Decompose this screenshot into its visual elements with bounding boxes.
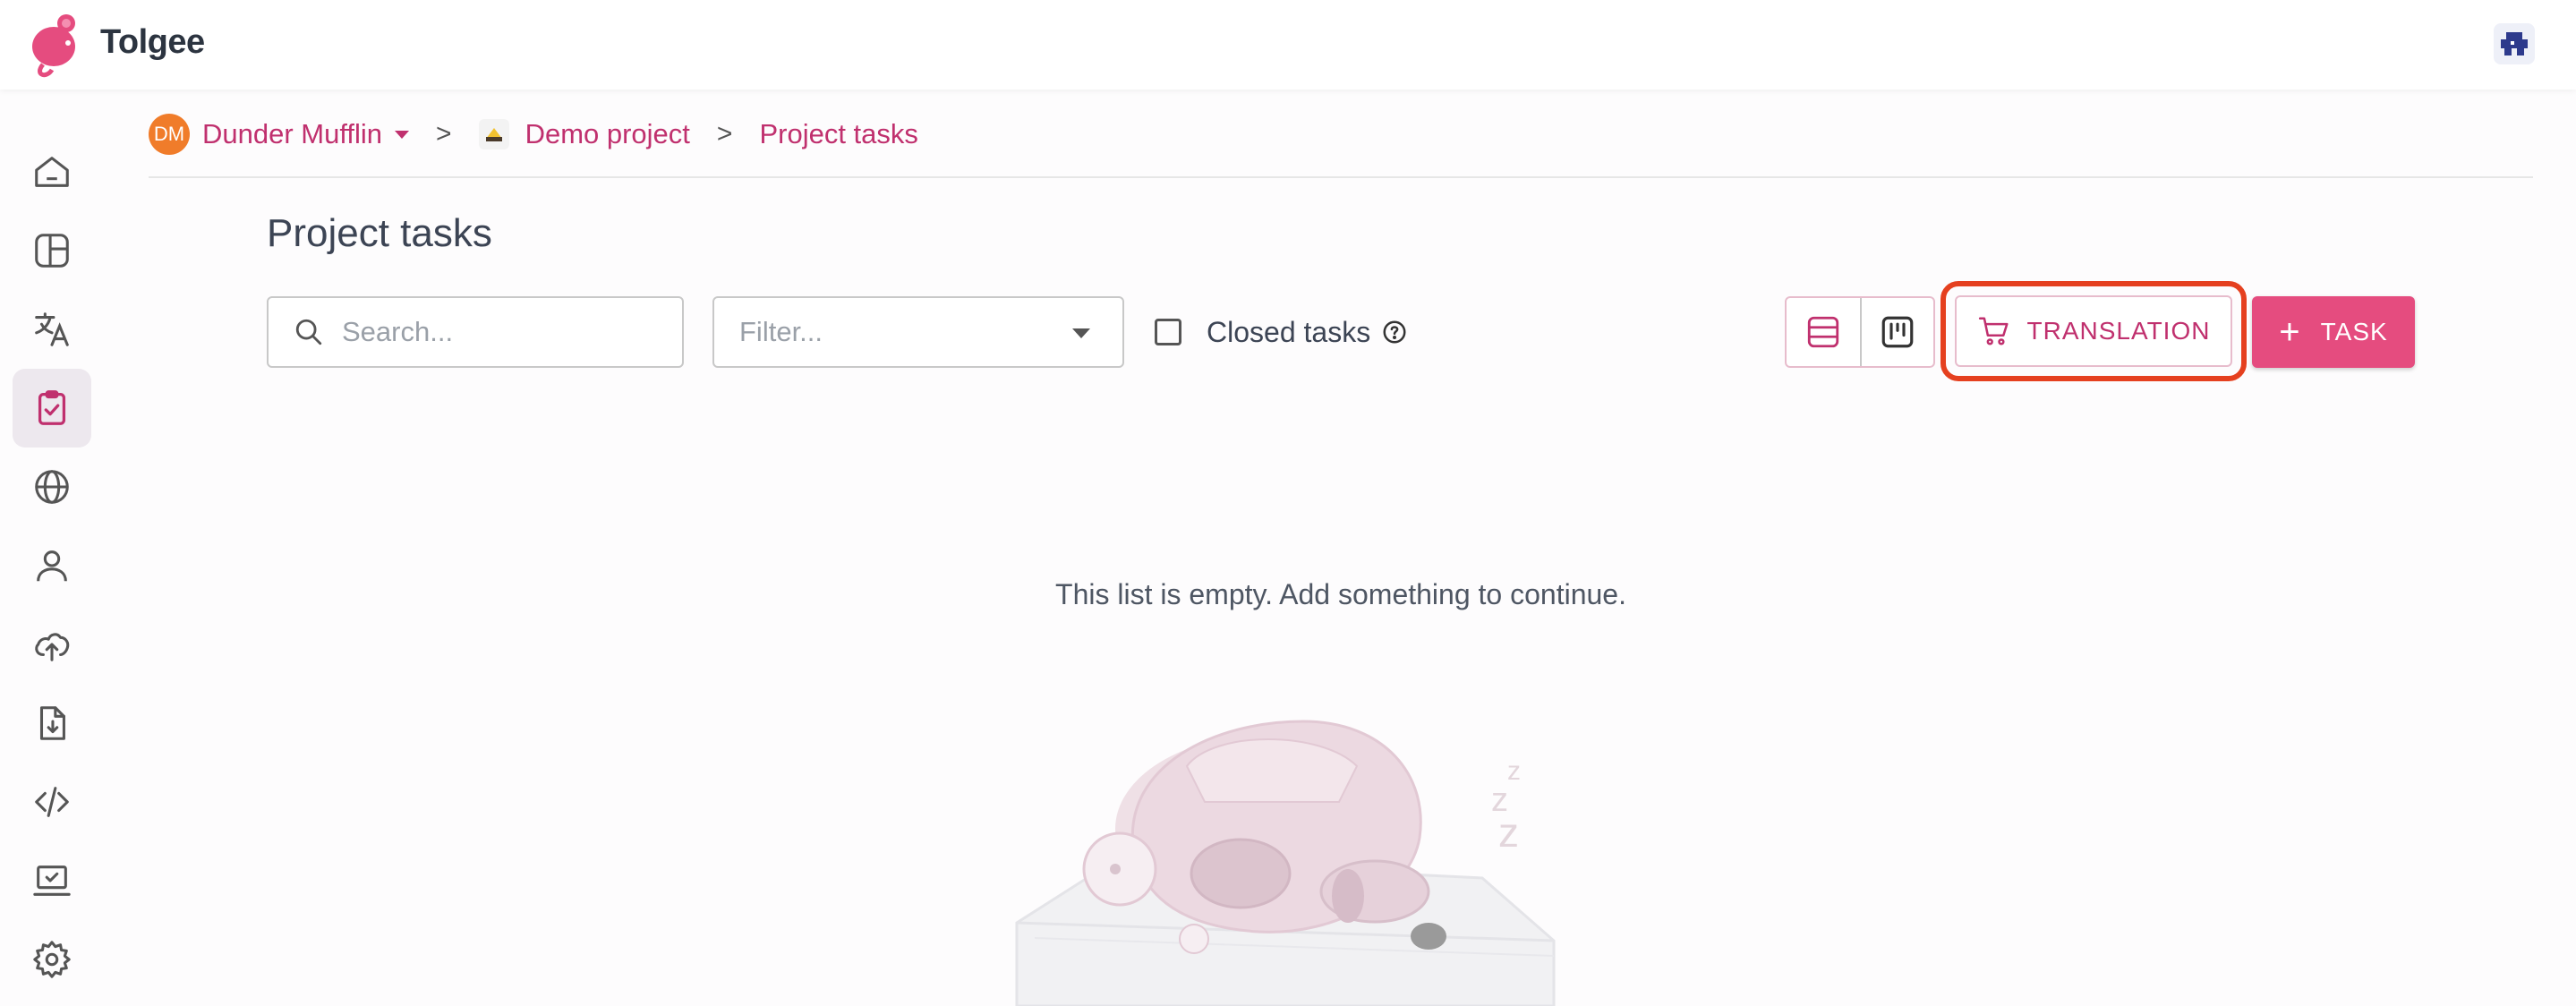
chevron-down-icon (1072, 328, 1090, 338)
breadcrumb: DM Dunder Mufflin > Demo project > Proje… (149, 113, 918, 156)
top-bar: Tolgee (0, 0, 2576, 90)
globe-icon[interactable] (13, 448, 91, 526)
list-view-icon (1807, 316, 1839, 348)
svg-text:z: z (1507, 756, 1521, 786)
closed-tasks-label: Closed tasks (1207, 315, 1371, 348)
closed-tasks-toggle[interactable]: Closed tasks (1155, 311, 1408, 353)
export-file-icon[interactable] (13, 684, 91, 763)
code-icon[interactable] (13, 763, 91, 841)
tolgee-logo[interactable] (25, 11, 82, 79)
search-input[interactable] (342, 316, 664, 348)
view-toggle (1785, 296, 1935, 368)
add-task-button[interactable]: + TASK (2252, 296, 2415, 368)
search-field[interactable] (267, 296, 684, 368)
breadcrumb-project[interactable]: Demo project (525, 118, 690, 150)
list-view-button[interactable] (1787, 298, 1860, 366)
org-dropdown-caret-icon[interactable] (395, 130, 410, 139)
header-divider (149, 176, 2533, 178)
laptop-check-icon[interactable] (13, 841, 91, 920)
breadcrumb-current[interactable]: Project tasks (759, 118, 917, 150)
board-view-button[interactable] (1859, 298, 1933, 366)
filter-placeholder: Filter... (739, 316, 823, 347)
task-button-label: TASK (2320, 318, 2388, 345)
home-icon[interactable] (13, 132, 91, 211)
user-avatar[interactable] (2494, 23, 2535, 64)
breadcrumb-org[interactable]: Dunder Mufflin (202, 118, 382, 150)
filter-select[interactable]: Filter... (712, 296, 1124, 368)
translate-icon[interactable] (13, 290, 91, 369)
tasks-icon[interactable] (13, 369, 91, 448)
breadcrumb-separator: > (436, 119, 452, 149)
plus-icon: + (2279, 312, 2301, 352)
order-translation-button[interactable]: TRANSLATION (1955, 295, 2232, 367)
cart-icon (1978, 317, 2009, 345)
sidebar (0, 90, 104, 1006)
closed-tasks-checkbox[interactable] (1155, 319, 1181, 345)
board-view-icon (1881, 316, 1914, 348)
translation-button-label: TRANSLATION (2026, 317, 2211, 345)
brand-name[interactable]: Tolgee (100, 23, 205, 62)
help-icon[interactable] (1381, 319, 1408, 345)
org-avatar[interactable]: DM (149, 114, 190, 155)
empty-list-message: This list is empty. Add something to con… (1055, 578, 1626, 610)
dashboard-icon[interactable] (13, 211, 91, 290)
sleeping-mouse-illustration: z z z (1015, 720, 1556, 1006)
upload-cloud-icon[interactable] (13, 605, 91, 684)
breadcrumb-separator: > (716, 119, 733, 149)
search-icon (295, 319, 322, 345)
page-title: Project tasks (267, 211, 492, 255)
project-avatar (478, 119, 509, 149)
gear-icon[interactable] (13, 920, 91, 999)
svg-text:z: z (1498, 809, 1519, 856)
